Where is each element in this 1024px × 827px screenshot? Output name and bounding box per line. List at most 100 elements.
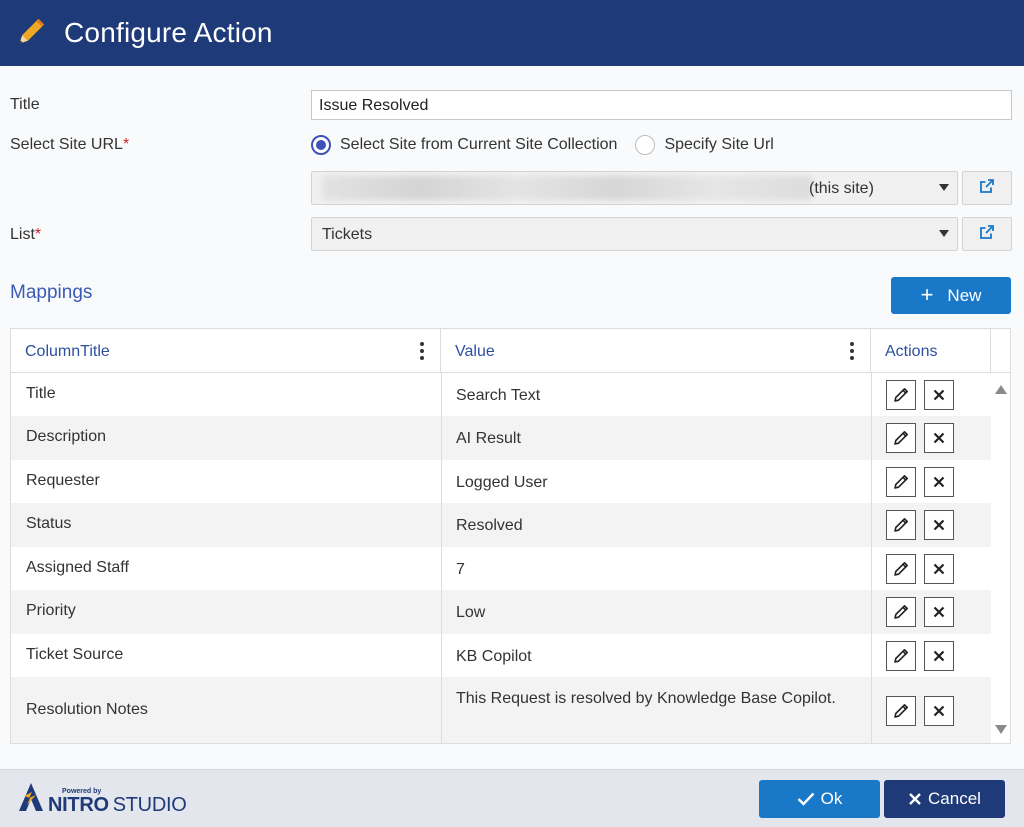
cell-column-title: Priority (26, 602, 76, 619)
column-divider (871, 677, 872, 743)
scroll-down-icon[interactable] (995, 725, 1007, 734)
edit-mapping-button[interactable] (886, 380, 916, 410)
close-icon (933, 705, 945, 717)
site-url-label: Select Site URL* (10, 136, 130, 153)
close-icon (933, 650, 945, 662)
title-label: Title (10, 96, 40, 113)
cell-value: Logged User (456, 474, 548, 491)
table-row: Requester Logged User (11, 460, 991, 503)
cell-value: This Request is resolved by Knowledge Ba… (456, 690, 836, 707)
column-menu-icon[interactable] (850, 342, 854, 360)
column-divider (441, 503, 442, 547)
column-divider (441, 590, 442, 634)
edit-mapping-button[interactable] (886, 467, 916, 497)
column-divider (871, 460, 872, 503)
plus-icon: + (920, 281, 934, 307)
cell-column-title: Resolution Notes (26, 701, 148, 718)
required-mark: * (122, 136, 130, 153)
grid-header: ColumnTitle Value Actions (11, 329, 1010, 373)
dialog-header: Configure Action (0, 0, 1024, 66)
pencil-icon (892, 647, 910, 665)
cell-column-title: Assigned Staff (26, 559, 129, 576)
table-row: Ticket Source KB Copilot (11, 634, 991, 677)
edit-mapping-button[interactable] (886, 597, 916, 627)
column-divider (441, 634, 442, 677)
title-input[interactable]: Issue Resolved (311, 90, 1012, 120)
site-select-value: (this site) (809, 180, 874, 197)
logo-nitro: NITRO (48, 794, 109, 816)
dialog-content: Title Issue Resolved Select Site URL* Se… (0, 66, 1024, 769)
column-menu-icon[interactable] (420, 342, 424, 360)
close-icon (933, 476, 945, 488)
list-select-value: Tickets (322, 226, 373, 243)
table-row: Assigned Staff 7 (11, 547, 991, 590)
edit-mapping-button[interactable] (886, 510, 916, 540)
edit-mapping-button[interactable] (886, 554, 916, 584)
pencil-icon (892, 386, 910, 404)
edit-mapping-button[interactable] (886, 641, 916, 671)
cell-value: AI Result (456, 430, 521, 447)
pencil-icon (892, 516, 910, 534)
scroll-up-icon[interactable] (995, 385, 1007, 394)
header-value[interactable]: Value (441, 329, 871, 373)
external-link-icon (980, 224, 994, 244)
column-divider (871, 503, 872, 547)
delete-mapping-button[interactable] (924, 380, 954, 410)
cell-column-title: Requester (26, 472, 100, 489)
ok-button[interactable]: Ok (759, 780, 880, 818)
dialog-title: Configure Action (64, 17, 273, 48)
list-select[interactable]: Tickets (311, 217, 958, 251)
delete-mapping-button[interactable] (924, 554, 954, 584)
new-button-label: New (947, 285, 982, 305)
chevron-down-icon (939, 184, 949, 191)
new-mapping-button[interactable]: + New (891, 277, 1011, 314)
edit-mapping-button[interactable] (886, 423, 916, 453)
check-icon (797, 792, 815, 806)
header-column-title[interactable]: ColumnTitle (11, 329, 441, 373)
delete-mapping-button[interactable] (924, 467, 954, 497)
close-icon (908, 792, 922, 806)
cell-column-title: Title (26, 385, 56, 402)
edit-mapping-button[interactable] (886, 696, 916, 726)
cell-value: Low (456, 604, 486, 621)
close-icon (933, 563, 945, 575)
site-select[interactable]: (this site) (311, 171, 958, 205)
table-row: Description AI Result (11, 416, 991, 460)
cell-column-title: Ticket Source (26, 646, 124, 663)
pencil-icon (892, 429, 910, 447)
close-icon (933, 389, 945, 401)
delete-mapping-button[interactable] (924, 696, 954, 726)
column-divider (441, 460, 442, 503)
logo-powered-by: Powered by (62, 788, 102, 795)
chevron-down-icon (939, 230, 949, 237)
radio-specify-site-label[interactable]: Specify Site Url (664, 136, 773, 154)
cell-value: Resolved (456, 517, 523, 534)
radio-specify-site[interactable] (635, 135, 656, 155)
pencil-icon (892, 560, 910, 578)
open-site-button[interactable] (962, 171, 1012, 205)
delete-mapping-button[interactable] (924, 510, 954, 540)
table-row: Status Resolved (11, 503, 991, 547)
delete-mapping-button[interactable] (924, 641, 954, 671)
pencil-icon (892, 603, 910, 621)
radio-current-site-label[interactable]: Select Site from Current Site Collection (340, 136, 617, 154)
blurred-site-url (322, 176, 812, 200)
mappings-grid: ColumnTitle Value Actions Title Search Te… (10, 328, 1011, 744)
delete-mapping-button[interactable] (924, 597, 954, 627)
dialog-footer: Powered by NITRO STUDIO Ok Cancel (0, 769, 1024, 827)
table-row: Title Search Text (11, 373, 991, 416)
scrollbar[interactable] (991, 373, 1010, 743)
cell-value: KB Copilot (456, 648, 532, 665)
delete-mapping-button[interactable] (924, 423, 954, 453)
cell-column-title: Status (26, 515, 72, 532)
column-divider (871, 547, 872, 590)
radio-current-site[interactable] (311, 135, 331, 155)
column-divider (871, 590, 872, 634)
cancel-button[interactable]: Cancel (884, 780, 1005, 818)
pencil-icon (892, 702, 910, 720)
logo-studio: STUDIO (112, 794, 187, 816)
nitro-studio-logo: Powered by NITRO STUDIO (18, 782, 187, 817)
open-list-button[interactable] (962, 217, 1012, 251)
column-divider (441, 416, 442, 460)
cell-value: Search Text (456, 387, 541, 404)
